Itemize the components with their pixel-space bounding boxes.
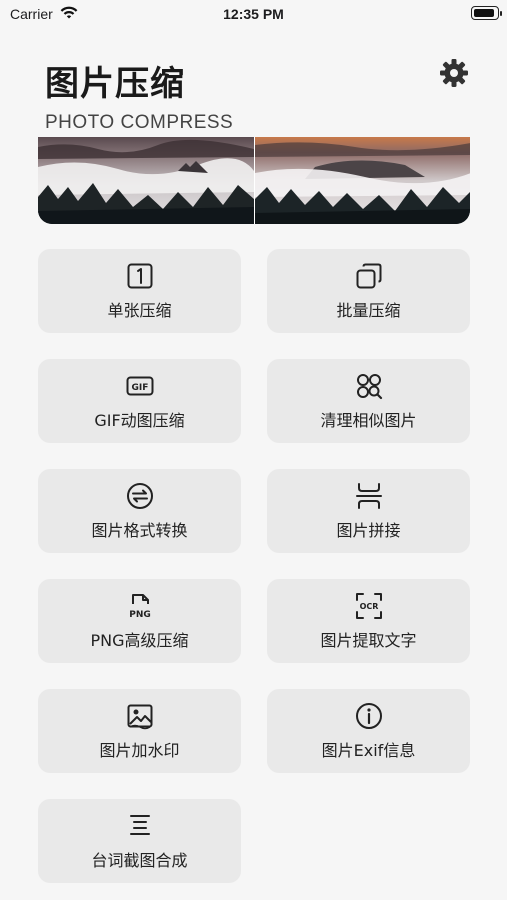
tool-exif-info[interactable]: 图片Exif信息 [267, 689, 470, 773]
tool-png-compress[interactable]: PNG PNG高级压缩 [38, 579, 241, 663]
stitch-icon [354, 481, 384, 511]
gif-icon: GIF [125, 371, 155, 401]
png-file-icon: PNG [125, 591, 155, 621]
tool-label: 图片拼接 [336, 521, 401, 540]
settings-button[interactable] [437, 56, 471, 90]
banner-comparison-image [38, 137, 470, 224]
tool-image-stitch[interactable]: 图片拼接 [267, 469, 470, 553]
single-image-icon [125, 261, 155, 291]
svg-text:PNG: PNG [129, 610, 151, 620]
page-title: 图片压缩 [45, 64, 185, 104]
status-bar: Carrier 12:35 PM [0, 0, 507, 28]
tool-ocr-text[interactable]: OCR 图片提取文字 [267, 579, 470, 663]
page-subtitle: PHOTO COMPRESS [45, 112, 234, 133]
gear-icon [440, 59, 468, 87]
tool-label: PNG高级压缩 [90, 631, 189, 650]
tool-gif-compress[interactable]: GIF GIF动图压缩 [38, 359, 241, 443]
tool-label: 批量压缩 [336, 301, 401, 320]
tool-label: 单张压缩 [107, 301, 172, 320]
tool-label: 台词截图合成 [91, 851, 188, 870]
tool-label: GIF动图压缩 [94, 411, 185, 430]
tool-batch-compress[interactable]: 批量压缩 [267, 249, 470, 333]
tool-subtitle-compose[interactable]: 台词截图合成 [38, 799, 241, 883]
tool-label: 图片提取文字 [320, 631, 417, 650]
tool-add-watermark[interactable]: 图片加水印 [38, 689, 241, 773]
convert-arrows-icon [125, 481, 155, 511]
ocr-scan-icon: OCR [354, 591, 384, 621]
tool-label: 图片加水印 [99, 741, 180, 760]
svg-text:GIF: GIF [131, 383, 148, 393]
banner-original-image [38, 137, 254, 224]
tool-format-convert[interactable]: 图片格式转换 [38, 469, 241, 553]
similar-search-icon [354, 371, 384, 401]
banner-compressed-image [255, 137, 470, 224]
tool-label: 清理相似图片 [320, 411, 417, 430]
svg-text:OCR: OCR [359, 602, 378, 611]
watermark-image-icon [125, 701, 155, 731]
battery-icon [471, 6, 502, 20]
tool-clean-similar[interactable]: 清理相似图片 [267, 359, 470, 443]
info-icon [354, 701, 384, 731]
stacked-images-icon [354, 261, 384, 291]
status-time: 12:35 PM [223, 6, 284, 22]
tool-label: 图片格式转换 [91, 521, 188, 540]
tool-label: 图片Exif信息 [321, 741, 416, 760]
tool-single-compress[interactable]: 单张压缩 [38, 249, 241, 333]
subtitle-lines-icon [125, 811, 155, 841]
